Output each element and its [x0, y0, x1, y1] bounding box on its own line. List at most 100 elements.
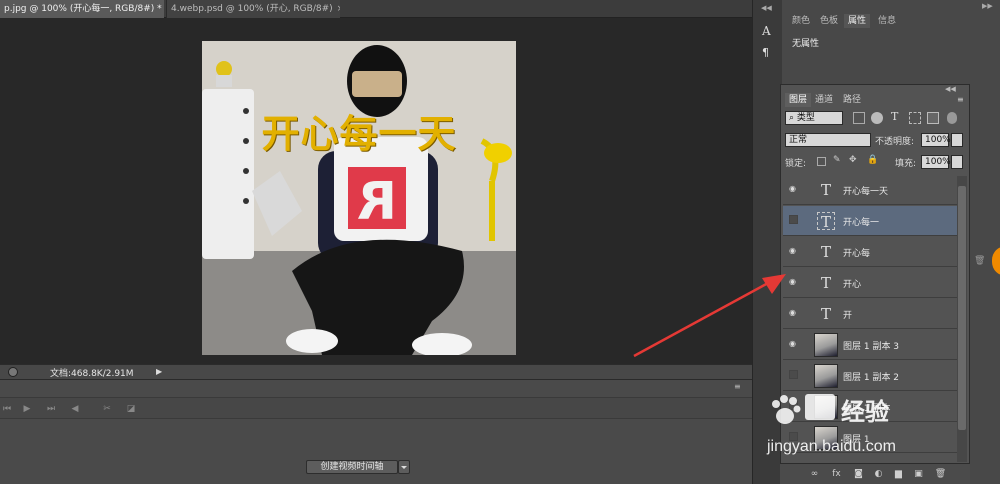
layers-toolbar: ∞ fx ◙ ◐ ▆ ▣ 🗑 — [780, 463, 970, 484]
baidu-paw-logo — [772, 395, 801, 424]
timeline-panel: ≡ ⏮ ▶ ⏭ ◀ ✂ ◪ 创建视频时间轴 — [0, 379, 752, 484]
layer-name: 开心每一 — [843, 218, 880, 228]
document-tab-label: p.jpg @ 100% (开心每一, RGB/8#) * — [4, 4, 162, 14]
layer-name: 图层 1 副本 2 — [843, 373, 900, 383]
document-tab-inactive[interactable]: 4.webp.psd @ 100% (开心, RGB/8#) × — [166, 0, 340, 18]
text-layer-icon: T — [820, 274, 831, 292]
document-canvas[interactable]: R 开心每一天 — [202, 41, 516, 355]
layer-row[interactable]: 图层 1 副本 2 — [783, 361, 959, 391]
document-tab-bar: p.jpg @ 100% (开心每一, RGB/8#) *× 4.webp.ps… — [0, 0, 752, 18]
first-frame-icon[interactable]: ⏮ — [0, 402, 14, 416]
chevron-down-icon[interactable] — [951, 155, 963, 169]
play-icon[interactable]: ▶ — [20, 402, 34, 416]
eye-icon[interactable]: ◉ — [789, 247, 799, 255]
watermark-brand: 经验 — [841, 398, 889, 426]
layer-name: 开 — [843, 311, 853, 321]
tab-channels[interactable]: 通道 — [811, 93, 837, 107]
timeline-controls: ⏮ ▶ ⏭ ◀ ✂ ◪ — [0, 397, 752, 419]
opacity-field[interactable]: 100% — [921, 133, 951, 147]
tab-swatches[interactable]: 色板 — [816, 14, 842, 28]
text-layer-icon: T — [820, 243, 831, 261]
text-layer-icon: T — [820, 305, 831, 323]
tab-paths[interactable]: 路径 — [839, 93, 865, 107]
baidu-du-badge — [805, 394, 835, 420]
pixel-filter-icon[interactable] — [853, 112, 865, 124]
next-frame-icon[interactable]: ⏭ — [44, 402, 58, 416]
tab-color[interactable]: 颜色 — [788, 14, 814, 28]
layer-row[interactable]: ◉ T 开心每一天 — [783, 175, 959, 205]
visibility-toggle[interactable] — [789, 215, 798, 224]
mask-icon[interactable]: ◙ — [852, 468, 865, 480]
close-icon[interactable]: × — [337, 4, 340, 14]
lock-pixels-icon[interactable]: ✎ — [833, 155, 843, 167]
new-layer-icon[interactable]: ▣ — [912, 468, 925, 480]
type-filter-icon[interactable]: T — [891, 110, 903, 124]
tab-properties[interactable]: 属性 — [844, 14, 871, 28]
layer-name: 开心每一天 — [843, 187, 889, 197]
scissors-icon[interactable]: ✂ — [100, 402, 114, 416]
text-layer-icon: T — [820, 181, 831, 199]
trash-icon[interactable]: 🗑 — [974, 256, 985, 266]
adjustment-filter-icon[interactable] — [871, 112, 883, 124]
layer-row[interactable]: ◉ T 开 — [783, 299, 959, 329]
properties-text: 无属性 — [792, 39, 820, 49]
blend-mode-select[interactable]: 正常 — [785, 133, 871, 147]
layer-row[interactable]: ◉ 图层 1 副本 3 — [783, 330, 959, 360]
filter-type-value: 类型 — [796, 113, 815, 123]
paragraph-panel-icon[interactable]: ¶ — [762, 46, 776, 60]
create-video-timeline-button[interactable]: 创建视频时间轴 — [306, 460, 398, 474]
smart-object-filter-icon[interactable] — [927, 112, 939, 124]
status-menu-arrow-icon[interactable]: ▶ — [156, 366, 166, 378]
document-tab-label: 4.webp.psd @ 100% (开心, RGB/8#) — [171, 4, 333, 14]
layer-thumbnail — [814, 333, 838, 357]
link-icon[interactable]: ∞ — [808, 468, 821, 480]
watermark-url: jingyan.baidu.com — [767, 438, 896, 455]
chevron-down-icon[interactable] — [398, 460, 410, 474]
document-size-label: 文档:468.8K/2.91M — [50, 369, 134, 379]
lock-label: 锁定: — [785, 159, 807, 169]
visibility-toggle[interactable] — [789, 370, 798, 379]
collapse-icon[interactable]: ◀◀ — [761, 4, 775, 12]
svg-text:R: R — [357, 172, 397, 232]
lock-position-icon[interactable]: ✥ — [849, 155, 859, 167]
eye-icon[interactable]: ◉ — [789, 185, 799, 193]
transition-icon[interactable]: ◪ — [124, 402, 138, 416]
layer-row[interactable]: ◉ T 开心每 — [783, 237, 959, 267]
panel-menu-icon[interactable]: ≡ — [957, 95, 967, 105]
collapse-icon[interactable]: ◀◀ — [945, 85, 959, 93]
layer-thumbnail — [814, 364, 838, 388]
layer-filter-select[interactable]: ⌕ 类型 — [785, 111, 843, 125]
layer-name: 图层 1 副本 3 — [843, 342, 900, 352]
lock-transparent-icon[interactable] — [817, 157, 826, 166]
layer-name: 开心每 — [843, 249, 871, 259]
fill-label: 填充: — [895, 159, 917, 169]
lock-all-icon[interactable]: 🔒 — [867, 155, 878, 167]
chevron-down-icon[interactable] — [951, 133, 963, 147]
photo-image: R — [202, 41, 516, 355]
watermark: 经验 jingyan.baidu.com — [765, 388, 985, 458]
character-panel-icon[interactable]: A — [762, 24, 776, 38]
text-layer-icon: T — [817, 212, 835, 231]
layer-row[interactable]: ◉ T 开心 — [783, 268, 959, 298]
layer-name: 开心 — [843, 280, 862, 290]
filter-toggle[interactable] — [947, 112, 957, 124]
expand-icon[interactable]: ▶▶ — [982, 2, 996, 10]
tab-layers[interactable]: 图层 — [785, 93, 812, 107]
folder-icon[interactable]: ▆ — [892, 468, 905, 480]
status-icon[interactable] — [8, 367, 18, 377]
side-badge[interactable] — [992, 246, 1000, 276]
search-icon: ⌕ — [789, 113, 795, 123]
fx-icon[interactable]: fx — [830, 468, 843, 480]
audio-icon[interactable]: ◀ — [68, 402, 82, 416]
adjustment-layer-icon[interactable]: ◐ — [872, 468, 885, 480]
layer-row-selected[interactable]: T 开心每一 — [783, 206, 959, 236]
opacity-label: 不透明度: — [875, 137, 915, 147]
panel-menu-icon[interactable]: ≡ — [734, 382, 746, 392]
document-tab-active[interactable]: p.jpg @ 100% (开心每一, RGB/8#) *× — [0, 0, 164, 18]
fill-field[interactable]: 100% — [921, 155, 951, 169]
tab-info[interactable]: 信息 — [874, 14, 900, 28]
overlay-text: 开心每一天 — [261, 112, 457, 156]
trash-icon[interactable]: 🗑 — [934, 468, 947, 480]
shape-filter-icon[interactable] — [909, 112, 921, 124]
annotation-arrow-icon — [633, 274, 786, 358]
